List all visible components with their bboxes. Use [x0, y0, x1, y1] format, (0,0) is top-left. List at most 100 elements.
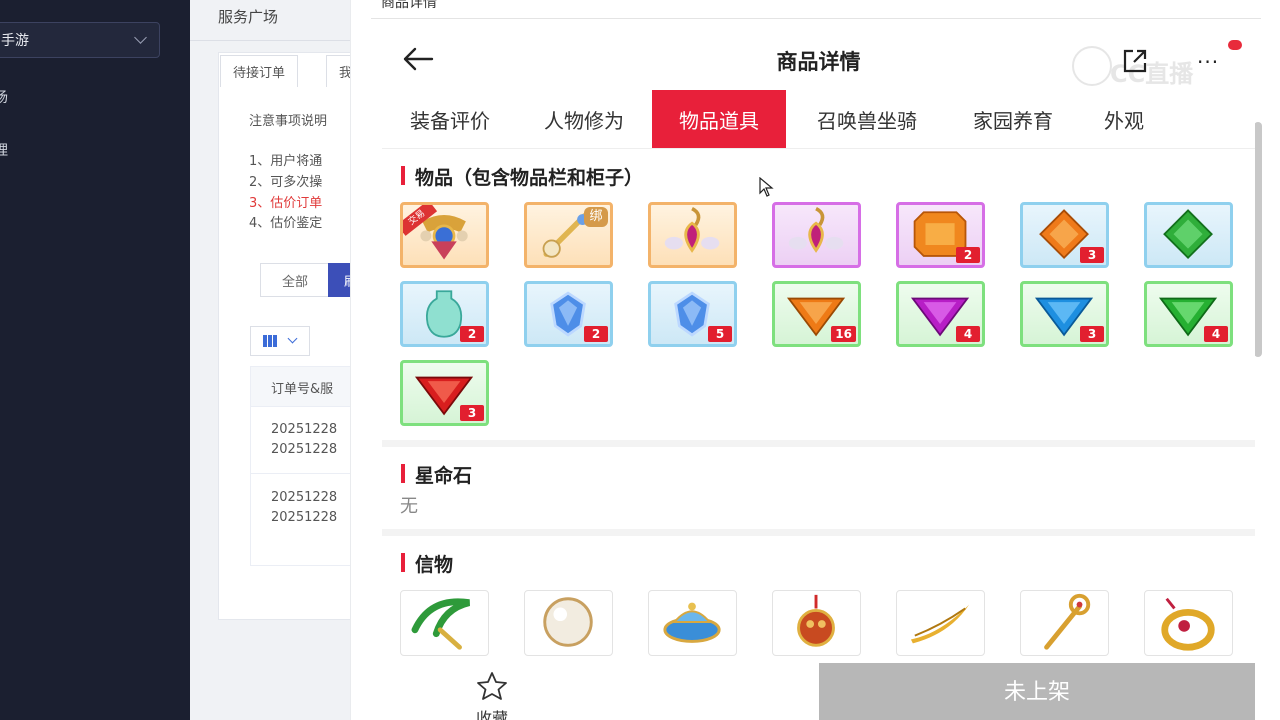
item-count-badge: 2 — [956, 247, 980, 263]
jeweled-ring-icon — [1161, 597, 1215, 651]
bound-tag: 绑 — [584, 207, 608, 227]
mouse-cursor-icon — [759, 177, 774, 197]
token-cell[interactable] — [400, 590, 489, 656]
unlisted-status-button[interactable]: 未上架 — [819, 663, 1255, 720]
game-type-select-value: 手游 — [1, 33, 29, 49]
game-type-select[interactable]: 手游 — [0, 22, 160, 58]
token-cell[interactable] — [648, 590, 737, 656]
tab-appearance[interactable]: 外观 — [1088, 90, 1160, 148]
sidebar-item-manage[interactable]: 理 — [0, 140, 8, 160]
item-cell[interactable]: 4 — [1144, 281, 1233, 347]
notice-title: 注意事项说明 — [249, 114, 328, 129]
treasure-bowl-icon — [663, 602, 721, 643]
item-cell[interactable]: 3 — [1020, 281, 1109, 347]
item-count-badge: 16 — [831, 326, 856, 342]
item-cell[interactable] — [1144, 202, 1233, 268]
item-count-badge: 3 — [1080, 326, 1104, 342]
item-cell[interactable] — [772, 202, 861, 268]
item-count-badge: 4 — [956, 326, 980, 342]
section-title: 信物 — [415, 554, 454, 576]
item-count-badge: 3 — [1080, 247, 1104, 263]
section-title: 物品（包含物品栏和柜子） — [415, 167, 644, 189]
tokens-section: 信物 — [382, 536, 1255, 676]
column-settings-button[interactable] — [250, 326, 310, 356]
table-cell: 20251228 — [271, 490, 338, 505]
scrollbar-thumb[interactable] — [1254, 122, 1262, 357]
chevron-down-icon — [134, 31, 147, 44]
item-count-badge: 2 — [460, 326, 484, 342]
notification-dot — [1228, 40, 1242, 50]
orders-table: 订单号&服 20251228 20251228 20251228 2025122… — [250, 366, 350, 566]
amulet-pendant-icon — [664, 207, 720, 253]
section-marker — [401, 553, 405, 572]
filter-all-button[interactable]: 全部 — [260, 263, 330, 297]
item-count-badge: 2 — [584, 326, 608, 342]
tab-items[interactable]: 物品道具 — [652, 90, 786, 148]
section-title: 星命石 — [415, 465, 473, 487]
item-cell[interactable]: 5 — [648, 281, 737, 347]
item-cell[interactable]: 3 — [400, 360, 489, 426]
item-cell[interactable]: 2 — [896, 202, 985, 268]
table-header: 订单号&服 — [251, 367, 350, 407]
amulet-pendant-icon — [788, 207, 844, 253]
item-cell[interactable]: 绑 — [524, 202, 613, 268]
detail-tabs: 装备评价 人物修为 物品道具 召唤兽坐骑 家园养育 外观 — [382, 90, 1255, 149]
star-stone-section: 星命石 无 — [382, 447, 1255, 529]
tab-mine[interactable]: 我 — [326, 55, 350, 87]
token-cell[interactable] — [524, 590, 613, 656]
pearl-orb-icon — [543, 597, 593, 647]
table-cell: 20251228 — [271, 510, 338, 525]
divider — [251, 473, 350, 474]
token-cell[interactable] — [772, 590, 861, 656]
item-cell[interactable]: 4 — [896, 281, 985, 347]
section-marker — [401, 166, 405, 185]
items-section: 物品（包含物品栏和柜子） 交易 绑 2 3 2 2 5 16 4 3 4 3 — [382, 150, 1255, 440]
tab-pets-mounts[interactable]: 召唤兽坐骑 — [796, 90, 938, 148]
token-cell[interactable] — [1020, 590, 1109, 656]
item-cell[interactable]: 16 — [772, 281, 861, 347]
notice-line: 1、用户将通 — [249, 154, 323, 169]
page-title: 服务广场 — [218, 8, 279, 26]
table-cell: 20251228 — [271, 422, 338, 437]
product-detail-view: 商品详情 CC直播 ··· 装备评价 人物修为 物品道具 召唤兽坐骑 家园养育 … — [382, 20, 1255, 720]
tab-equipment[interactable]: 装备评价 — [388, 90, 512, 148]
favorite-button[interactable]: 收藏 — [442, 669, 542, 720]
more-menu-icon[interactable]: ··· — [1197, 50, 1219, 74]
filter-active-button[interactable]: 刷 — [328, 263, 350, 297]
watermark-logo-icon — [1072, 46, 1112, 86]
top-bar: 商品详情 CC直播 ··· — [382, 20, 1255, 90]
golden-feather-icon — [910, 604, 970, 644]
tab-cultivation[interactable]: 人物修为 — [522, 90, 646, 148]
token-cell[interactable] — [896, 590, 985, 656]
divider — [371, 18, 1261, 19]
item-cell[interactable]: 交易 — [400, 202, 489, 268]
item-cell[interactable]: 2 — [400, 281, 489, 347]
item-count-badge: 5 — [708, 326, 732, 342]
sidebar-item-plaza[interactable]: 场 — [0, 87, 8, 107]
item-cell[interactable] — [648, 202, 737, 268]
notice-line: 4、估价鉴定 — [249, 216, 323, 231]
charm-pouch-icon — [797, 594, 835, 647]
modal-header-text: 商品详情 — [381, 0, 437, 11]
green-diamond-icon — [1163, 209, 1213, 260]
share-icon[interactable] — [1122, 48, 1148, 74]
star-outline-icon — [477, 672, 507, 700]
section-marker — [401, 464, 405, 483]
notice-line: 3、估价订单 — [249, 196, 323, 211]
bottom-action-bar: 收藏 未上架 — [382, 663, 1255, 720]
favorite-label: 收藏 — [475, 709, 508, 720]
item-cell[interactable]: 3 — [1020, 202, 1109, 268]
notice-line: 2、可多次操 — [249, 175, 323, 190]
jade-sickle-icon — [411, 598, 471, 650]
token-cell[interactable] — [1144, 590, 1233, 656]
item-count-badge: 4 — [1204, 326, 1228, 342]
chevron-down-icon — [287, 333, 298, 344]
app-sidebar: 手游 场 理 — [0, 0, 190, 720]
section-gap — [382, 440, 1255, 447]
star-stone-value: 无 — [400, 496, 418, 517]
tab-home[interactable]: 家园养育 — [952, 90, 1074, 148]
tab-pending-orders[interactable]: 待接订单 — [220, 55, 299, 87]
item-cell[interactable]: 2 — [524, 281, 613, 347]
table-cell: 20251228 — [271, 442, 338, 457]
filter-active-label: 刷 — [344, 271, 350, 290]
